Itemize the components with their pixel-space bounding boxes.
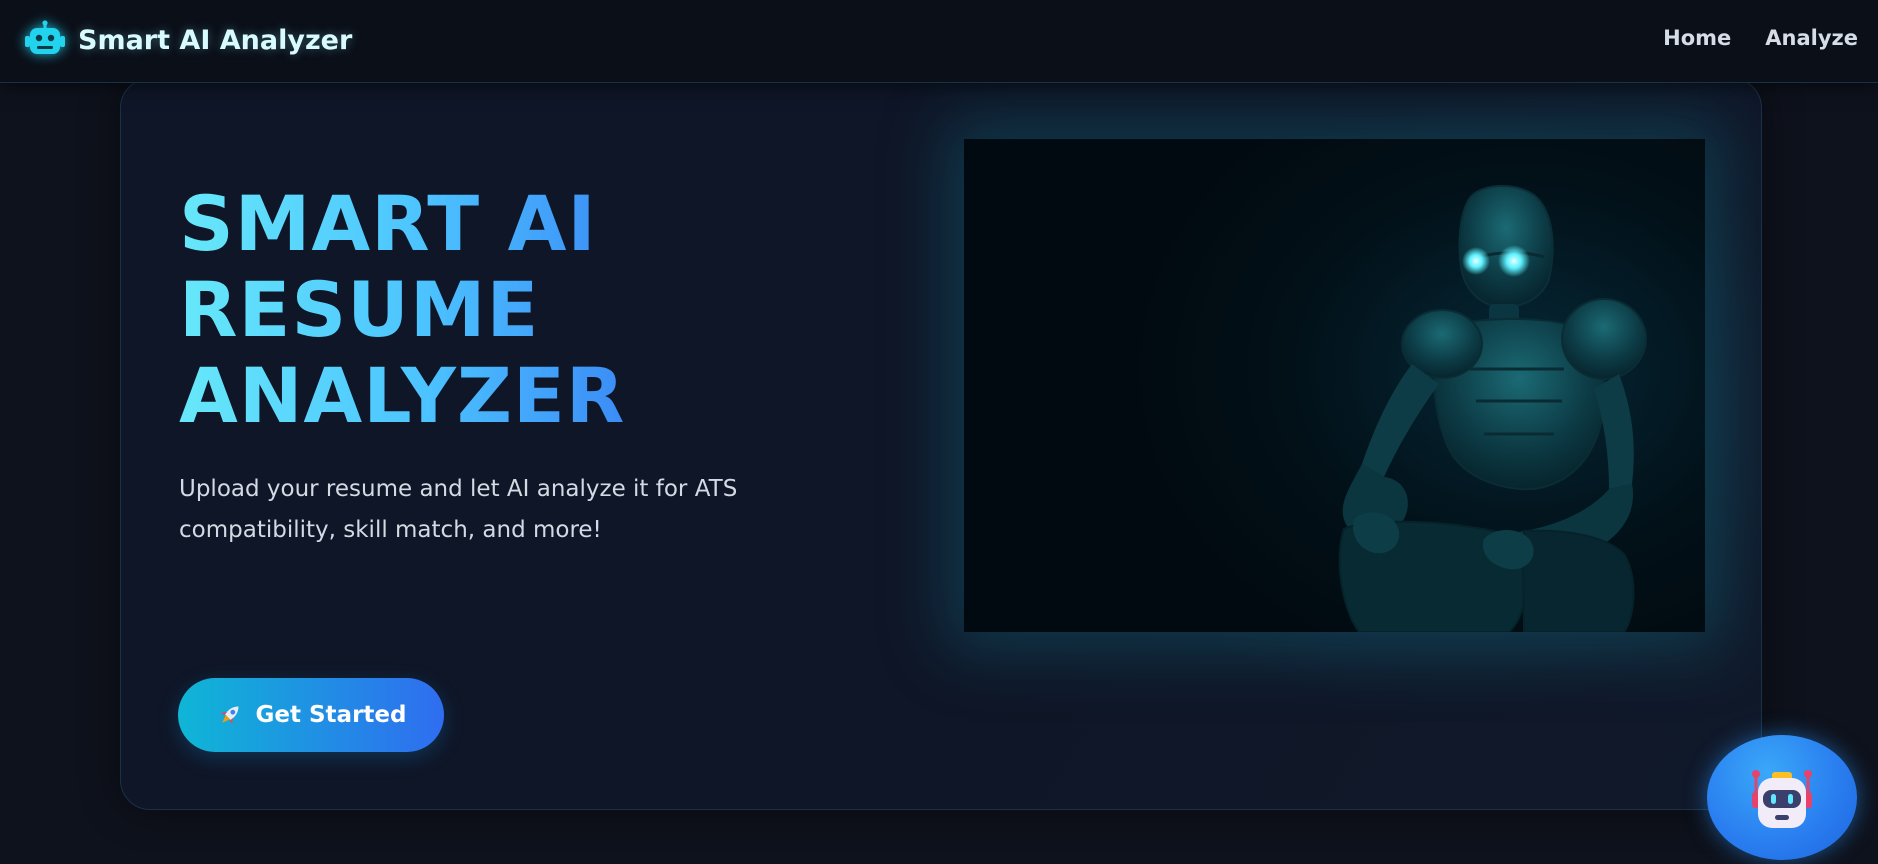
navbar: Smart AI Analyzer Home Analyze bbox=[0, 0, 1878, 83]
hero-title-line-2: RESUME bbox=[179, 265, 540, 354]
hero-subtitle: Upload your resume and let AI analyze it… bbox=[179, 476, 738, 543]
chatbot-button[interactable] bbox=[1707, 735, 1857, 860]
brand[interactable]: Smart AI Analyzer bbox=[24, 20, 352, 60]
chatbot-robot-icon bbox=[1752, 769, 1812, 828]
nav-links: Home Analyze bbox=[1663, 26, 1858, 50]
hero-title-line-1: SMART AI bbox=[179, 179, 597, 268]
hero-card: SMART AI RESUME ANALYZER Upload your res… bbox=[120, 78, 1762, 810]
nav-link-analyze[interactable]: Analyze bbox=[1765, 26, 1858, 50]
nav-link-home[interactable]: Home bbox=[1663, 26, 1731, 50]
get-started-label: Get Started bbox=[255, 702, 407, 728]
hero-title: SMART AI RESUME ANALYZER bbox=[179, 181, 625, 439]
robot-icon bbox=[25, 20, 65, 54]
brand-title: Smart AI Analyzer bbox=[78, 24, 353, 56]
get-started-button[interactable]: Get Started bbox=[178, 678, 444, 752]
robot-illustration bbox=[964, 139, 1705, 632]
rocket-icon bbox=[220, 706, 239, 725]
hero-title-line-3: ANALYZER bbox=[179, 351, 626, 440]
